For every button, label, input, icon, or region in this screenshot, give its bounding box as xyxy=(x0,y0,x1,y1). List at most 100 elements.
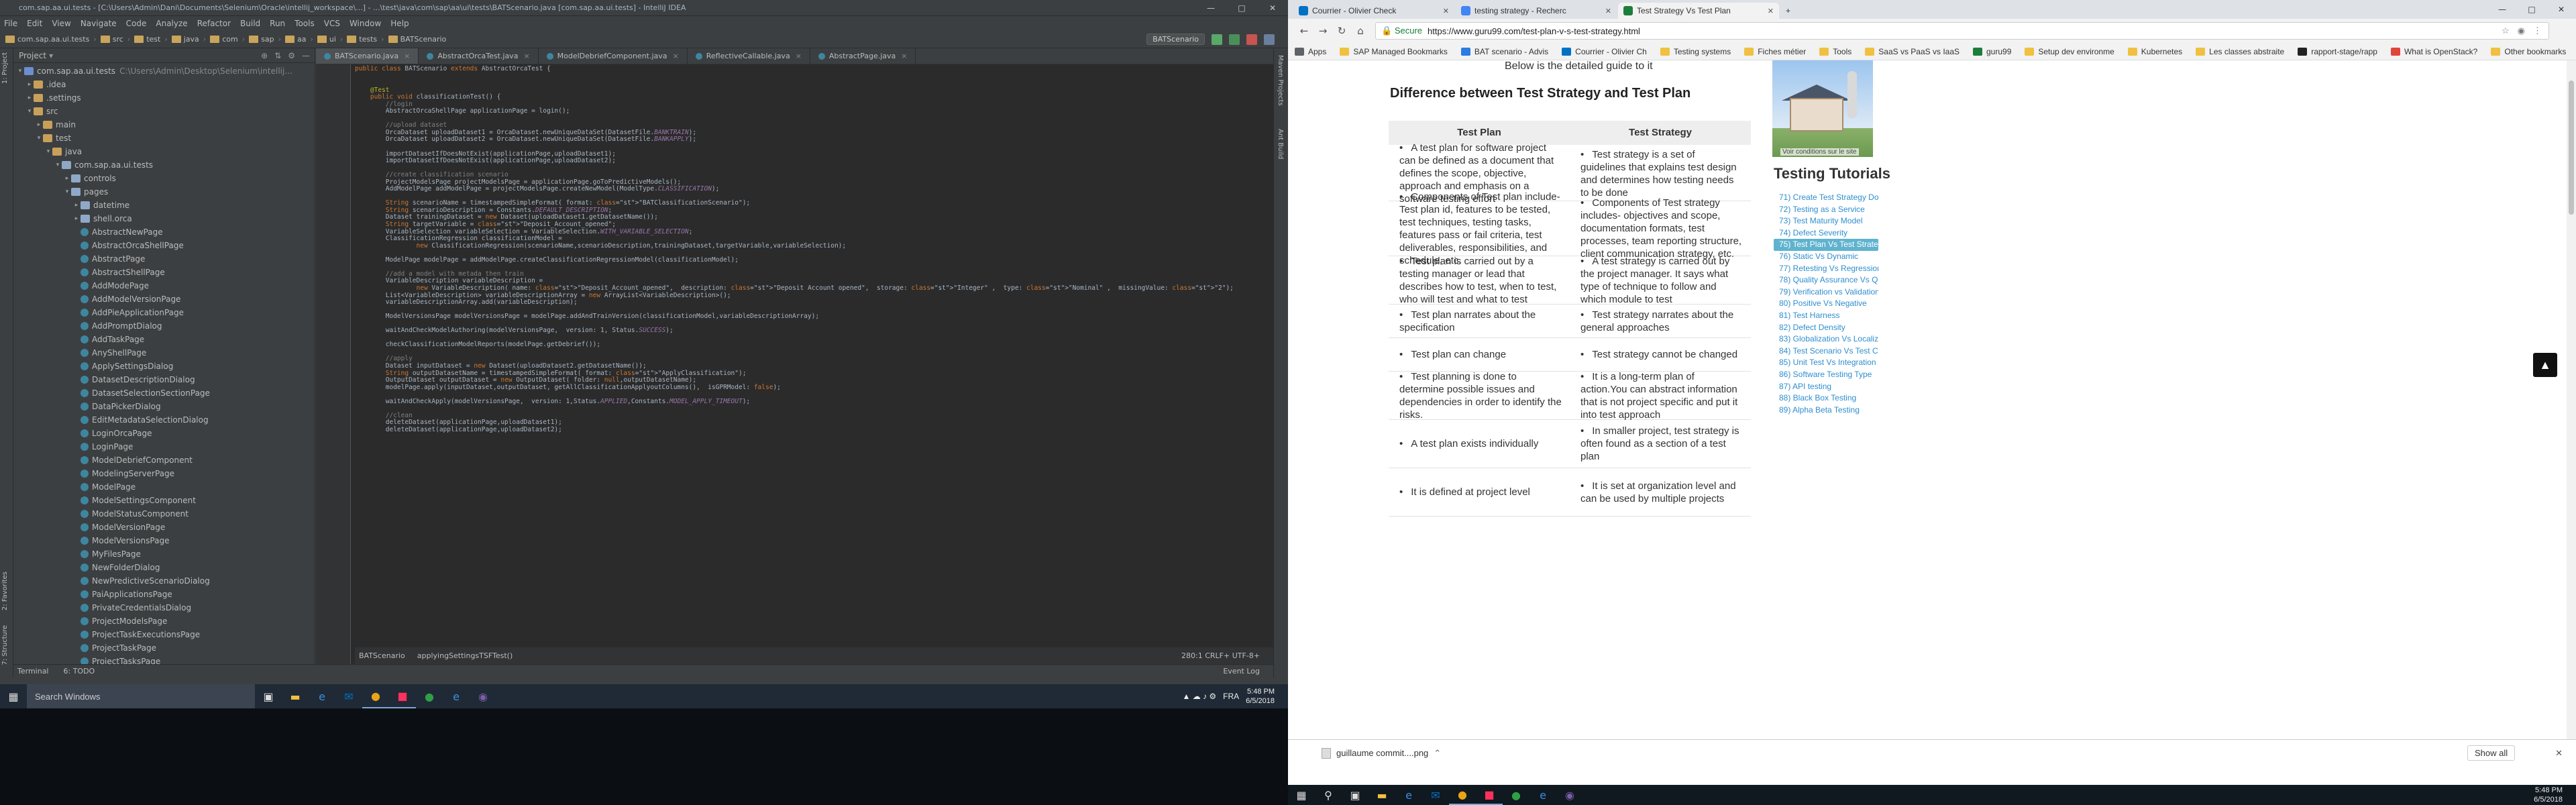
tree-node[interactable]: ModelDebriefComponent xyxy=(13,453,315,467)
eclipse-icon[interactable]: ◉ xyxy=(1556,785,1583,805)
tree-node[interactable]: AnyShellPage xyxy=(13,346,315,360)
todo-tool-tab[interactable]: 6: TODO xyxy=(64,667,95,676)
editor-breadcrumb-item[interactable]: BATScenario xyxy=(359,651,405,660)
tree-node[interactable]: ModelPage xyxy=(13,480,315,494)
tree-node[interactable]: AddPromptDialog xyxy=(13,319,315,333)
tutorial-link[interactable]: 88) Black Box Testing xyxy=(1774,392,1878,405)
close-tab-icon[interactable]: × xyxy=(673,52,679,60)
ie-icon[interactable]: e xyxy=(1529,785,1556,805)
tree-node[interactable]: ▸ shell.orca xyxy=(13,212,315,225)
editor-tab[interactable]: ReflectiveCallable.java × xyxy=(688,48,810,64)
tree-node[interactable]: LoginOrcaPage xyxy=(13,427,315,440)
collapse-icon[interactable]: ⇅ xyxy=(274,51,281,60)
tree-node[interactable]: ModelStatusComponent xyxy=(13,507,315,521)
tree-node[interactable]: AbstractOrcaShellPage xyxy=(13,239,315,252)
search-icon[interactable]: ⚲ xyxy=(1315,785,1342,805)
task-view-icon[interactable]: ▣ xyxy=(1342,785,1368,805)
outlook-icon[interactable]: ✉ xyxy=(1422,785,1449,805)
breadcrumb-item[interactable]: BATScenario xyxy=(388,35,446,44)
breadcrumb-item[interactable]: com › xyxy=(210,35,245,44)
tree-node[interactable]: ▾ src xyxy=(13,105,315,118)
tree-node[interactable]: AddModelVersionPage xyxy=(13,292,315,306)
back-to-top-button[interactable]: ▲ xyxy=(2533,353,2557,377)
maximize-icon[interactable]: □ xyxy=(1226,0,1257,16)
tree-node[interactable]: ▾ test xyxy=(13,131,315,145)
bookmark-item[interactable]: Les classes abstraite xyxy=(2196,47,2284,56)
breadcrumb-item[interactable]: src › xyxy=(100,35,130,44)
tree-node[interactable]: ModelVersionsPage xyxy=(13,534,315,547)
tutorial-link[interactable]: 77) Retesting Vs Regression Testing xyxy=(1774,263,1878,275)
tutorial-link[interactable]: 85) Unit Test Vs Integration xyxy=(1774,357,1878,369)
expanded-icon[interactable]: ▾ xyxy=(16,68,24,74)
expanded-icon[interactable]: ▾ xyxy=(63,189,71,195)
collapsed-icon[interactable]: ▸ xyxy=(35,121,43,128)
tree-node[interactable]: AddTaskPage xyxy=(13,333,315,346)
project-tool-tab[interactable]: 1: Project xyxy=(1,52,9,84)
page-scrollbar-thumb[interactable] xyxy=(2569,80,2574,215)
eclipse-icon[interactable]: ◉ xyxy=(470,684,496,708)
tree-node[interactable]: ModelingServerPage xyxy=(13,467,315,480)
windows-start-icon[interactable]: ▦ xyxy=(1288,785,1315,805)
tutorial-link[interactable]: 75) Test Plan Vs Test Strategy xyxy=(1774,239,1878,251)
breadcrumb-item[interactable]: aa › xyxy=(284,35,313,44)
address-bar[interactable]: 🔒 Secure https://www.guru99.com/test-pla… xyxy=(1375,22,2549,40)
language-indicator[interactable]: FRA xyxy=(1223,692,1239,701)
tree-node[interactable]: ▾ java xyxy=(13,145,315,158)
menu-item-edit[interactable]: Edit xyxy=(27,19,42,28)
close-icon[interactable]: ✕ xyxy=(1257,0,1288,16)
tree-node[interactable]: ▾ com.sap.aa.ui.tests xyxy=(13,158,315,172)
maximize-icon[interactable]: □ xyxy=(2517,0,2546,19)
menu-item-vcs[interactable]: VCS xyxy=(324,19,340,28)
menu-item-view[interactable]: View xyxy=(52,19,70,28)
bookmark-item[interactable]: guru99 xyxy=(1973,47,2011,56)
breadcrumb-item[interactable]: com.sap.aa.ui.tests › xyxy=(5,35,97,44)
editor-tab[interactable]: BATScenario.java × xyxy=(316,48,419,64)
tutorial-link[interactable]: 84) Test Scenario Vs Test Condition xyxy=(1774,345,1878,358)
chevron-up-icon[interactable]: ⌃ xyxy=(1434,748,1441,759)
close-tab-icon[interactable]: × xyxy=(523,52,529,60)
edge-icon[interactable]: e xyxy=(309,684,335,708)
tutorial-link[interactable]: 73) Test Maturity Model xyxy=(1774,215,1878,227)
collapsed-icon[interactable]: ▸ xyxy=(63,175,71,182)
menu-item-file[interactable]: File xyxy=(4,19,17,28)
minimize-icon[interactable]: — xyxy=(2487,0,2517,19)
menu-item-analyze[interactable]: Analyze xyxy=(156,19,187,28)
search-everywhere-icon[interactable] xyxy=(1264,34,1275,45)
reload-icon[interactable]: ↻ xyxy=(1332,25,1351,37)
tutorial-link[interactable]: 78) Quality Assurance Vs Quality Control xyxy=(1774,274,1878,286)
gear-icon[interactable]: ⚙ xyxy=(288,51,295,60)
menu-item-code[interactable]: Code xyxy=(126,19,147,28)
show-all-downloads-button[interactable]: Show all xyxy=(2467,745,2516,761)
code-area[interactable]: public class BATScenario extends Abstrac… xyxy=(355,64,1273,647)
windows-start-icon[interactable]: ▦ xyxy=(0,684,27,708)
editor-tab[interactable]: AbstractOrcaTest.java × xyxy=(419,48,539,64)
file-explorer-icon[interactable]: ▬ xyxy=(282,684,309,708)
close-tab-icon[interactable]: × xyxy=(404,52,410,60)
tree-node[interactable]: AddModePage xyxy=(13,279,315,292)
debug-icon[interactable] xyxy=(1229,34,1240,45)
browser-tab[interactable]: Test Strategy Vs Test Plan ✕ xyxy=(1618,3,1779,19)
bookmark-item[interactable]: What is OpenStack? xyxy=(2390,47,2477,56)
tree-node[interactable]: DatasetDescriptionDialog xyxy=(13,373,315,386)
browser-tab[interactable]: testing strategy - Recherc ✕ xyxy=(1456,3,1617,19)
bookmark-item[interactable]: Apps xyxy=(1295,47,1326,56)
expanded-icon[interactable]: ▾ xyxy=(54,162,62,168)
tree-node[interactable]: NewPredictiveScenarioDialog xyxy=(13,574,315,588)
tree-node[interactable]: LoginPage xyxy=(13,440,315,453)
menu-item-window[interactable]: Window xyxy=(350,19,381,28)
close-tab-icon[interactable]: × xyxy=(901,52,907,60)
taskbar-clock[interactable]: 5:48 PM 6/5/2018 xyxy=(1246,687,1275,706)
star-icon[interactable]: ☆ xyxy=(2502,25,2510,36)
menu-item-navigate[interactable]: Navigate xyxy=(80,19,117,28)
breadcrumb-item[interactable]: ui › xyxy=(317,35,343,44)
tree-node[interactable]: AbstractPage xyxy=(13,252,315,266)
tree-node[interactable]: ▸ datetime xyxy=(13,199,315,212)
taskbar-search-input[interactable]: Search Windows xyxy=(27,684,255,708)
menu-item-run[interactable]: Run xyxy=(270,19,285,28)
tree-node[interactable]: ▾ com.sap.aa.ui.tests C:\Users\Admin\Deskt… xyxy=(13,64,315,78)
intellij-icon[interactable]: ■ xyxy=(389,684,416,708)
tutorial-link[interactable]: 82) Defect Density xyxy=(1774,322,1878,334)
menu-item-tools[interactable]: Tools xyxy=(294,19,315,28)
new-tab-button[interactable]: + xyxy=(1780,3,1799,19)
back-icon[interactable]: ← xyxy=(1295,25,1313,37)
